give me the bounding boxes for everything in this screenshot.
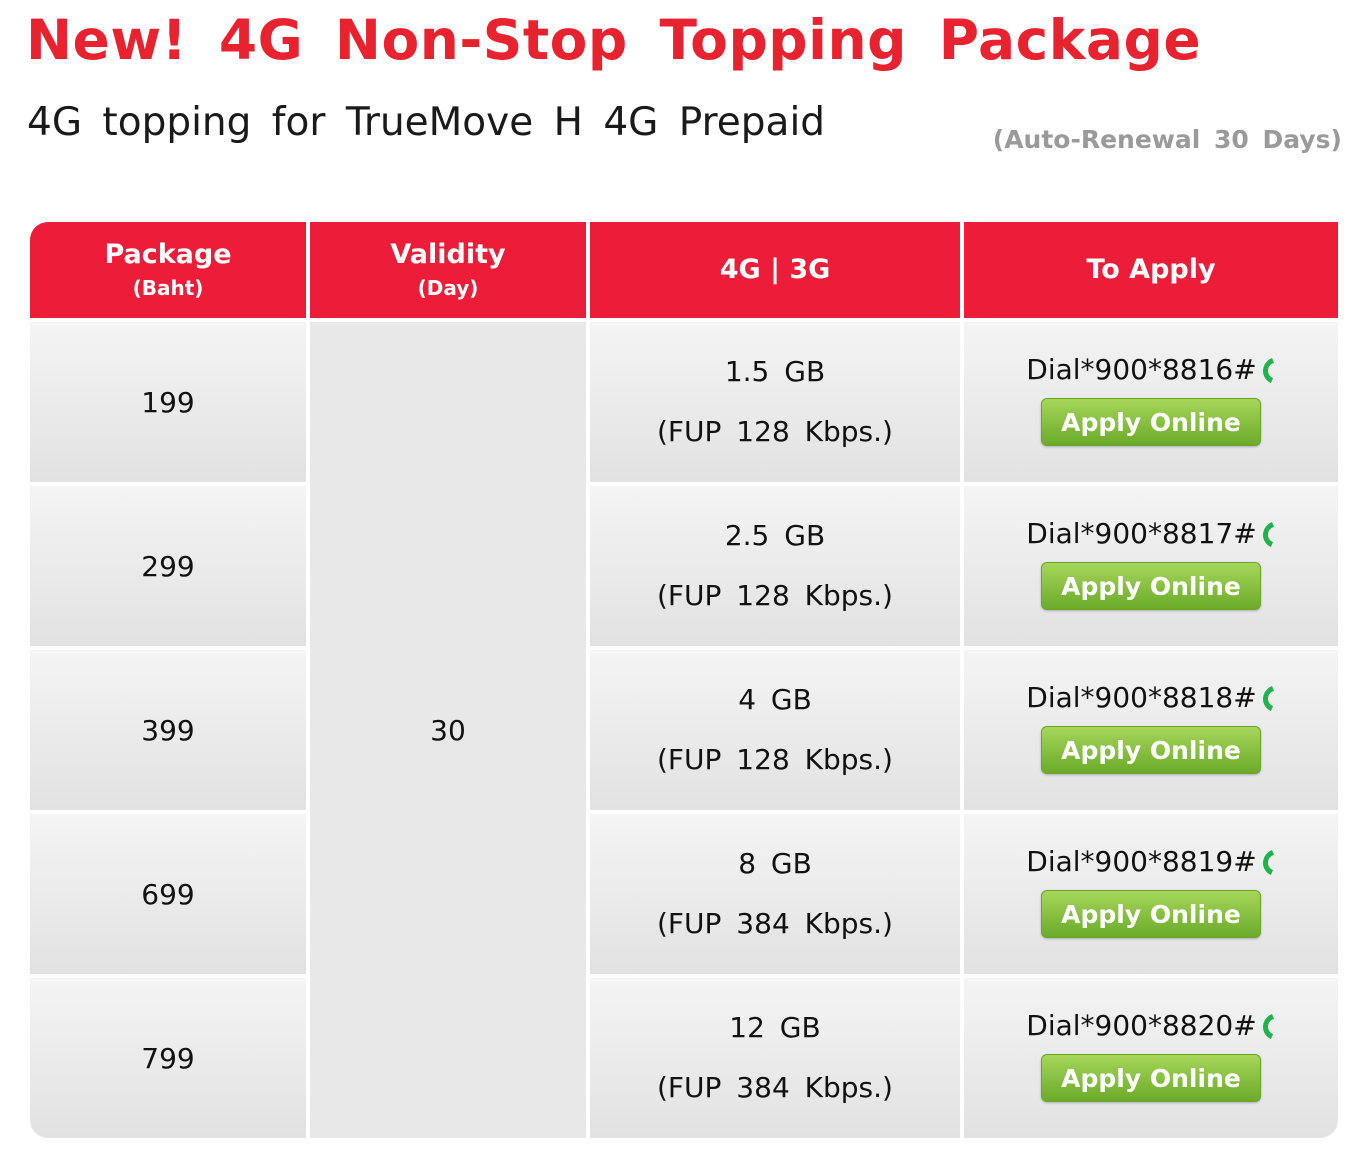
dial-code-text: Dial*900*8816#	[1026, 353, 1257, 386]
package-price-cell: 199	[30, 322, 306, 482]
column-header-package: Package (Baht)	[30, 222, 306, 318]
package-price-cell: 799	[30, 978, 306, 1138]
validity-cell: 30	[310, 322, 586, 1138]
fup-speed: (FUP 384 Kbps.)	[657, 1071, 893, 1104]
column-header-data: 4G | 3G	[590, 222, 960, 318]
dial-code: Dial*900*8818#	[1026, 680, 1275, 716]
apply-cell: Dial*900*8819# Apply Online	[964, 814, 1338, 974]
dial-code-text: Dial*900*8817#	[1026, 517, 1257, 550]
apply-online-button[interactable]: Apply Online	[1041, 890, 1261, 938]
phone-icon	[1262, 850, 1274, 875]
fup-speed: (FUP 128 Kbps.)	[657, 415, 893, 448]
data-allowance-cell: 8 GB (FUP 384 Kbps.)	[590, 814, 960, 974]
phone-icon	[1262, 522, 1274, 547]
apply-online-button[interactable]: Apply Online	[1041, 1054, 1261, 1102]
page-title: New! 4G Non-Stop Topping Package	[26, 8, 1202, 72]
fup-speed: (FUP 128 Kbps.)	[657, 743, 893, 776]
package-price: 299	[141, 549, 195, 583]
column-header-validity: Validity (Day)	[310, 222, 586, 318]
phone-icon	[1262, 358, 1274, 383]
dial-code-text: Dial*900*8819#	[1026, 845, 1257, 878]
data-amount: 12 GB	[729, 1011, 821, 1044]
package-table: Package (Baht) Validity (Day) 4G | 3G To…	[30, 222, 1338, 1138]
apply-cell: Dial*900*8818# Apply Online	[964, 650, 1338, 810]
data-amount: 8 GB	[738, 847, 812, 880]
apply-online-button[interactable]: Apply Online	[1041, 726, 1261, 774]
dial-code: Dial*900*8819#	[1026, 844, 1275, 880]
data-allowance-cell: 4 GB (FUP 128 Kbps.)	[590, 650, 960, 810]
package-price-cell: 299	[30, 486, 306, 646]
data-amount: 1.5 GB	[724, 355, 826, 388]
apply-cell: Dial*900*8817# Apply Online	[964, 486, 1338, 646]
column-header-unit: (Day)	[417, 276, 479, 300]
column-header-unit: (Baht)	[132, 276, 204, 300]
apply-online-button[interactable]: Apply Online	[1041, 398, 1261, 446]
dial-code: Dial*900*8816#	[1026, 352, 1275, 388]
data-amount: 2.5 GB	[724, 519, 826, 552]
phone-icon	[1262, 1014, 1274, 1039]
package-price-cell: 399	[30, 650, 306, 810]
data-allowance-cell: 1.5 GB (FUP 128 Kbps.)	[590, 322, 960, 482]
package-price: 699	[141, 877, 195, 911]
column-header-label: 4G | 3G	[719, 254, 831, 285]
data-allowance-cell: 2.5 GB (FUP 128 Kbps.)	[590, 486, 960, 646]
phone-icon	[1262, 686, 1274, 711]
page-subtitle: 4G topping for TrueMove H 4G Prepaid	[27, 100, 826, 145]
apply-cell: Dial*900*8820# Apply Online	[964, 978, 1338, 1138]
data-allowance-cell: 12 GB (FUP 384 Kbps.)	[590, 978, 960, 1138]
data-amount: 4 GB	[738, 683, 812, 716]
package-price-cell: 699	[30, 814, 306, 974]
dial-code: Dial*900*8820#	[1026, 1008, 1275, 1044]
column-header-apply: To Apply	[964, 222, 1338, 318]
auto-renewal-note: (Auto-Renewal 30 Days)	[992, 125, 1342, 154]
dial-code: Dial*900*8817#	[1026, 516, 1275, 552]
apply-online-button[interactable]: Apply Online	[1041, 562, 1261, 610]
fup-speed: (FUP 128 Kbps.)	[657, 579, 893, 612]
dial-code-text: Dial*900*8820#	[1026, 1009, 1257, 1042]
package-price: 399	[141, 713, 195, 747]
package-price: 199	[141, 385, 195, 419]
dial-code-text: Dial*900*8818#	[1026, 681, 1257, 714]
column-header-label: To Apply	[1086, 254, 1216, 285]
column-header-label: Validity	[390, 239, 506, 270]
validity-value: 30	[430, 713, 466, 747]
apply-cell: Dial*900*8816# Apply Online	[964, 322, 1338, 482]
fup-speed: (FUP 384 Kbps.)	[657, 907, 893, 940]
package-price: 799	[141, 1041, 195, 1075]
column-header-label: Package	[104, 239, 232, 270]
package-page: New! 4G Non-Stop Topping Package 4G topp…	[0, 0, 1364, 1170]
